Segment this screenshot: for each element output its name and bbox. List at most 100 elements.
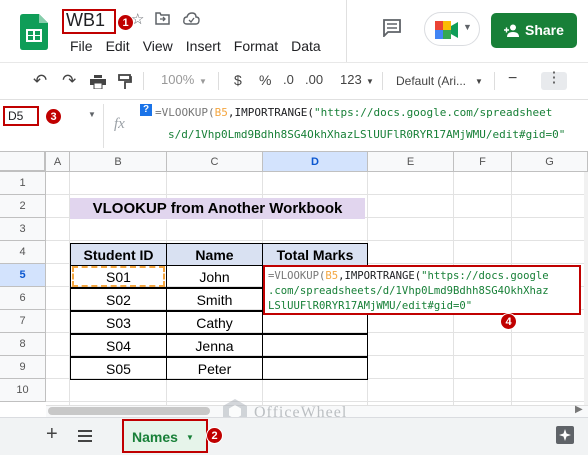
increase-decimal-button[interactable]: .00 xyxy=(305,72,323,87)
zoom-dropdown-icon: ▼ xyxy=(199,77,207,86)
table-cell-name[interactable]: Peter xyxy=(166,357,263,380)
menu-insert[interactable]: Insert xyxy=(186,38,221,54)
redo-icon[interactable]: ↷ xyxy=(62,71,76,91)
table-cell-name[interactable]: John xyxy=(166,265,263,288)
more-options-icon[interactable]: ⋮ xyxy=(541,70,567,90)
row-header-3[interactable]: 3 xyxy=(0,218,46,241)
menu-file[interactable]: File xyxy=(70,38,93,54)
name-box[interactable]: D5 xyxy=(3,106,39,126)
table-cell-id[interactable]: S04 xyxy=(70,334,167,357)
menu-format[interactable]: Format xyxy=(234,38,278,54)
reference-highlight-b5 xyxy=(72,266,165,287)
badge-3: 3 xyxy=(45,108,62,125)
column-header-d[interactable]: D xyxy=(263,152,368,172)
horizontal-scrollbar-thumb[interactable] xyxy=(48,407,210,415)
currency-format-button[interactable]: $ xyxy=(234,72,242,88)
column-header-f[interactable]: F xyxy=(454,152,512,172)
name-box-dropdown-icon[interactable]: ▼ xyxy=(88,110,96,119)
share-button[interactable]: Share xyxy=(491,13,577,48)
table-cell-name[interactable]: Jenna xyxy=(166,334,263,357)
font-dropdown-icon: ▼ xyxy=(475,77,483,86)
table-cell-id[interactable]: S03 xyxy=(70,311,167,334)
comment-icon[interactable] xyxy=(382,19,402,42)
row-header-5[interactable]: 5 xyxy=(0,264,46,287)
table-cell-id[interactable]: S05 xyxy=(70,357,167,380)
toolbar-divider-2 xyxy=(218,72,219,90)
row-header-9[interactable]: 9 xyxy=(0,356,46,379)
formula-bar-divider xyxy=(103,104,104,148)
decrease-decimal-button[interactable]: .0 xyxy=(283,72,294,87)
move-folder-icon[interactable] xyxy=(155,12,170,30)
scroll-right-arrow-icon[interactable]: ▶ xyxy=(575,404,583,415)
menu-edit[interactable]: Edit xyxy=(106,38,130,54)
meet-button[interactable]: ▼ xyxy=(424,12,480,46)
font-select[interactable]: Default (Ari... xyxy=(396,74,466,88)
select-all-corner[interactable] xyxy=(0,152,46,172)
formula-string-1: "https://docs.google.com/spreadsheet xyxy=(313,106,553,119)
toolbar-divider-4 xyxy=(494,72,495,90)
zoom-select[interactable]: 100% xyxy=(161,72,194,87)
formula-line-1[interactable]: =VLOOKUP(B5,IMPORTRANGE("https://docs.go… xyxy=(155,106,552,119)
table-cell-name[interactable]: Cathy xyxy=(166,311,263,334)
explore-icon[interactable] xyxy=(556,426,574,449)
column-header-g[interactable]: G xyxy=(512,152,588,172)
paint-format-icon[interactable] xyxy=(118,74,132,95)
formula-func-2: ,IMPORTRANGE( xyxy=(227,106,314,119)
table-cell-marks[interactable] xyxy=(262,357,368,380)
fx-icon: fx xyxy=(114,116,125,132)
toolbar-divider-3 xyxy=(382,72,383,90)
column-header-e[interactable]: E xyxy=(368,152,454,172)
row-header-6[interactable]: 6 xyxy=(0,287,46,310)
print-icon[interactable] xyxy=(90,75,106,94)
table-header-name[interactable]: Name xyxy=(166,243,263,266)
badge-4: 4 xyxy=(500,313,517,330)
all-sheets-icon[interactable] xyxy=(78,429,92,447)
cell-editor[interactable]: =VLOOKUP(B5,IMPORTRANGE("https://docs.go… xyxy=(263,265,581,315)
row-header-8[interactable]: 8 xyxy=(0,333,46,356)
font-size-decrease-icon[interactable]: − xyxy=(508,70,517,88)
star-icon[interactable]: ☆ xyxy=(131,10,144,28)
row-header-4[interactable]: 4 xyxy=(0,241,46,264)
cloud-status-icon[interactable] xyxy=(183,12,200,30)
share-label: Share xyxy=(525,22,564,38)
sheets-logo[interactable] xyxy=(20,14,48,50)
sheet-tab-names[interactable]: Names ▼ xyxy=(122,419,208,453)
menu-view[interactable]: View xyxy=(143,38,173,54)
column-header-a[interactable]: A xyxy=(46,152,70,172)
cell-editor-line-1: =VLOOKUP(B5,IMPORTRANGE("https://docs.go… xyxy=(268,269,576,284)
menu-divider xyxy=(346,0,347,62)
person-add-icon xyxy=(504,24,519,37)
doc-title[interactable]: WB1 xyxy=(66,10,105,31)
vertical-scrollbar-track[interactable] xyxy=(584,172,588,405)
row-header-10[interactable]: 10 xyxy=(0,379,46,402)
menu-bar: File Edit View Insert Format Data xyxy=(70,38,334,56)
table-cell-marks[interactable] xyxy=(262,334,368,357)
cell-editor-func-2: ,IMPORTRANGE( xyxy=(338,270,422,282)
gridline xyxy=(46,401,588,402)
formula-line-2[interactable]: s/d/1Vhp0Lmd9Bdhh8SG4OkhXhazLSlUUFlR0RYR… xyxy=(168,128,565,141)
sheet-title[interactable]: VLOOKUP from Another Workbook xyxy=(70,198,365,220)
cell-editor-line-2: .com/spreadsheets/d/1Vhp0Lmd9Bdhh8SG4Okh… xyxy=(268,285,549,297)
number-format-dropdown-icon: ▼ xyxy=(366,77,374,86)
gridline xyxy=(46,194,588,195)
sheet-tab-label: Names xyxy=(132,429,178,445)
number-format-button[interactable]: 123 xyxy=(340,72,362,87)
table-header-total-marks[interactable]: Total Marks xyxy=(262,243,368,266)
menu-data[interactable]: Data xyxy=(291,38,321,54)
meet-dropdown-icon: ▼ xyxy=(463,22,472,32)
cell-editor-string-1: "https://docs.google xyxy=(421,270,549,282)
table-cell-name[interactable]: Smith xyxy=(166,288,263,311)
undo-icon[interactable]: ↶ xyxy=(33,71,47,91)
add-sheet-icon[interactable]: + xyxy=(46,423,58,446)
sheet-tab-dropdown-icon: ▼ xyxy=(186,433,194,442)
column-header-b[interactable]: B xyxy=(70,152,167,172)
table-header-student-id[interactable]: Student ID xyxy=(70,243,167,266)
cell-editor-ref: B5 xyxy=(325,270,339,282)
row-header-2[interactable]: 2 xyxy=(0,195,46,218)
row-header-7[interactable]: 7 xyxy=(0,310,46,333)
table-cell-id[interactable]: S02 xyxy=(70,288,167,311)
percent-format-button[interactable]: % xyxy=(259,72,271,88)
column-header-c[interactable]: C xyxy=(167,152,263,172)
row-header-1[interactable]: 1 xyxy=(0,172,46,195)
formula-help-icon[interactable]: ? xyxy=(140,104,152,116)
